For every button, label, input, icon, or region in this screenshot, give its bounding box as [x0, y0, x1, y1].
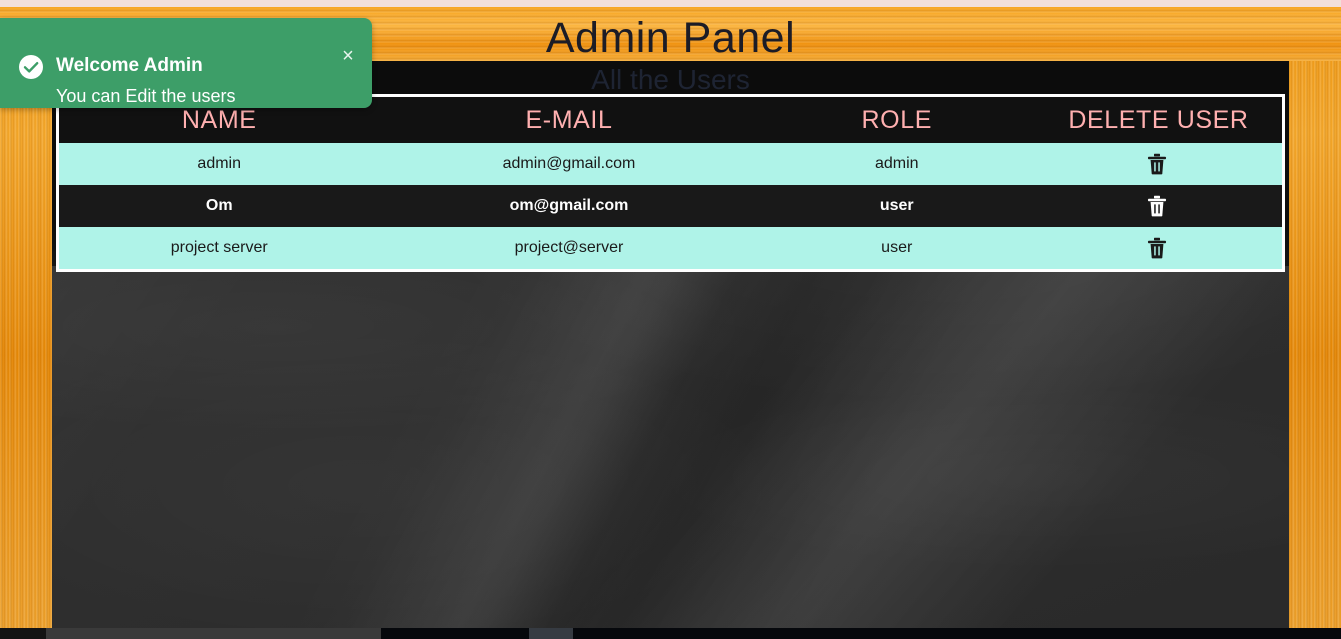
welcome-toast: Welcome Admin You can Edit the users × [0, 18, 372, 108]
cell-name: project server [59, 227, 380, 269]
cell-delete [1034, 143, 1282, 185]
board-texture-smudge [52, 251, 1289, 628]
column-header-delete: DELETE USER [1034, 97, 1282, 143]
trash-icon[interactable] [1147, 236, 1169, 260]
check-circle-icon [18, 54, 44, 80]
cell-role: user [758, 185, 1035, 227]
top-strip [0, 0, 1341, 7]
toast-message: You can Edit the users [56, 86, 236, 106]
cell-delete [1034, 227, 1282, 269]
scrollbar-thumb[interactable] [46, 628, 381, 639]
trash-icon[interactable] [1147, 152, 1169, 176]
table-row: project server project@server user [59, 227, 1282, 269]
table-row: admin admin@gmail.com admin [59, 143, 1282, 185]
users-table: NAME E-MAIL ROLE DELETE USER admin admin@… [59, 97, 1282, 269]
scrollbar-track-right[interactable] [573, 628, 1341, 639]
scrollbar-track-mid[interactable] [381, 628, 529, 639]
cell-role: user [758, 227, 1035, 269]
cell-name: Om [59, 185, 380, 227]
users-table-body: admin admin@gmail.com admin Om om@gmail.com u… [59, 143, 1282, 269]
users-table-container: NAME E-MAIL ROLE DELETE USER admin admin@… [56, 94, 1285, 272]
cell-email: om@gmail.com [379, 185, 759, 227]
cell-email: admin@gmail.com [379, 143, 759, 185]
cell-email: project@server [379, 227, 759, 269]
cell-name: admin [59, 143, 380, 185]
column-header-email: E-MAIL [379, 97, 759, 143]
horizontal-scrollbar[interactable] [0, 628, 1341, 639]
cell-role: admin [758, 143, 1035, 185]
trash-icon[interactable] [1147, 194, 1169, 218]
cell-delete [1034, 185, 1282, 227]
toast-title: Welcome Admin [56, 55, 203, 76]
scrollbar-thumb-secondary[interactable] [529, 628, 573, 639]
table-row: Om om@gmail.com user [59, 185, 1282, 227]
column-header-role: ROLE [758, 97, 1035, 143]
close-icon[interactable]: × [336, 44, 360, 68]
scrollbar-track-left[interactable] [0, 628, 46, 639]
